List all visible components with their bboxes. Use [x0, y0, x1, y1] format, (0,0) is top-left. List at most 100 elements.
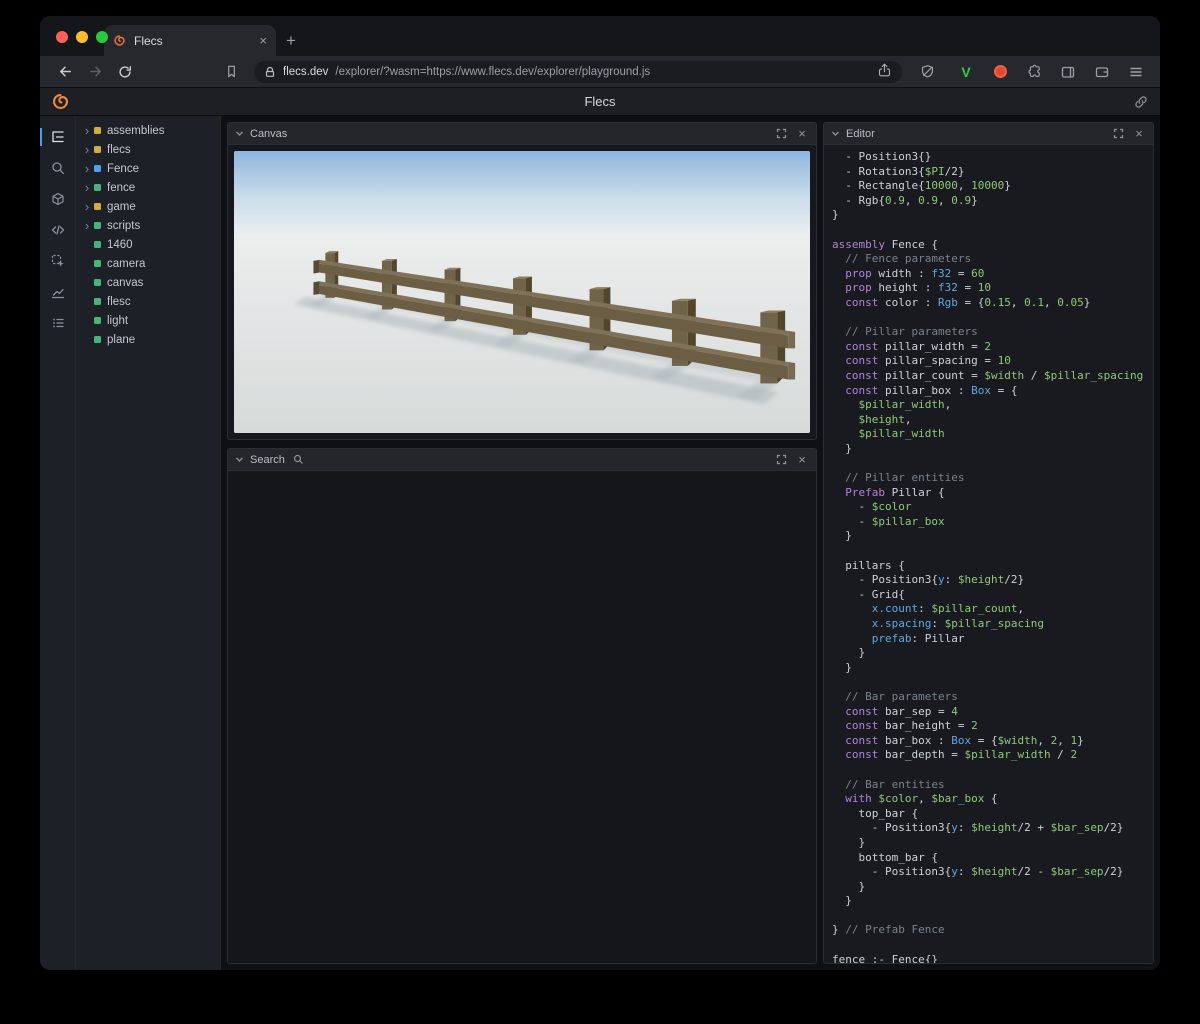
code-line: $height, — [832, 413, 1153, 428]
tree-item-scripts[interactable]: ›scripts — [76, 216, 220, 235]
code-line: - $pillar_box — [832, 515, 1153, 530]
tree-item-canvas[interactable]: canvas — [76, 273, 220, 292]
address-bar[interactable]: flecs.dev/explorer/?wasm=https://www.fle… — [254, 61, 902, 83]
stats-icon[interactable] — [40, 281, 75, 303]
shield-icon[interactable] — [914, 59, 940, 85]
window-zoom-button[interactable] — [96, 31, 108, 43]
canvas-3d-viewport[interactable] — [234, 151, 810, 433]
v-extension-icon[interactable]: V — [954, 60, 978, 84]
share-icon[interactable] — [877, 62, 892, 82]
code-line: top_bar { — [832, 807, 1153, 822]
chevron-down-icon[interactable] — [235, 455, 244, 464]
code-line: with $color, $bar_box { — [832, 792, 1153, 807]
extensions-puzzle-icon[interactable] — [1022, 60, 1046, 84]
close-panel-icon[interactable]: × — [1132, 127, 1146, 140]
expand-chevron-icon[interactable]: › — [82, 183, 92, 193]
tree-item-Fence[interactable]: › Fence — [76, 159, 220, 178]
tree-item-fence[interactable]: › fence — [76, 178, 220, 197]
entity-color-square — [94, 146, 101, 153]
tree-item-game[interactable]: › game — [76, 197, 220, 216]
code-line: } — [832, 646, 1153, 661]
canvas-panel-body — [228, 145, 816, 439]
entity-color-square — [94, 241, 101, 248]
expand-chevron-icon[interactable]: › — [82, 221, 92, 231]
new-tab-button[interactable]: + — [276, 25, 306, 56]
icon-rail — [40, 116, 76, 970]
tree-item-assemblies[interactable]: ›assemblies — [76, 121, 220, 140]
red-extension-icon[interactable] — [988, 60, 1012, 84]
code-line: // Fence parameters — [832, 252, 1153, 267]
code-line: - Position3{y: $height/2} — [832, 573, 1153, 588]
tree-item-label: Fence — [107, 163, 139, 175]
forward-button[interactable] — [82, 59, 108, 85]
expand-chevron-icon[interactable]: › — [82, 202, 92, 212]
reload-button[interactable] — [112, 59, 138, 85]
chevron-down-icon[interactable] — [831, 129, 840, 138]
code-icon[interactable] — [40, 219, 75, 241]
editor-panel-title: Editor — [846, 128, 875, 140]
tree-item-plane[interactable]: plane — [76, 330, 220, 349]
close-panel-icon[interactable]: × — [795, 127, 809, 140]
back-button[interactable] — [52, 59, 78, 85]
tree-item-label: game — [107, 201, 136, 213]
inspect-icon[interactable] — [40, 250, 75, 272]
chevron-down-icon[interactable] — [235, 129, 244, 138]
canvas-panel-title: Canvas — [250, 128, 287, 140]
code-line: Prefab Pillar { — [832, 486, 1153, 501]
window-close-button[interactable] — [56, 31, 68, 43]
url-path: /explorer/?wasm=https://www.flecs.dev/ex… — [335, 66, 870, 78]
reload-icon — [117, 64, 133, 80]
code-line: const pillar_spacing = 10 — [832, 354, 1153, 369]
tree-item-label: fence — [107, 182, 135, 194]
bookmark-icon[interactable] — [218, 59, 244, 85]
entity-color-square — [94, 127, 101, 134]
entity-color-square — [94, 165, 101, 172]
window-minimize-button[interactable] — [76, 31, 88, 43]
tree-item-flesc[interactable]: flesc — [76, 292, 220, 311]
panel-grid: Canvas × — [221, 116, 1160, 970]
code-line: } // Prefab Fence — [832, 923, 1153, 938]
search-panel-title: Search — [250, 454, 285, 466]
expand-chevron-icon[interactable]: › — [82, 126, 92, 136]
code-line — [832, 311, 1153, 326]
entity-color-square — [94, 298, 101, 305]
browser-toolbar: flecs.dev/explorer/?wasm=https://www.fle… — [40, 56, 1160, 88]
sidebar-toggle-icon[interactable] — [1056, 60, 1080, 84]
menu-icon[interactable] — [1124, 60, 1148, 84]
code-line — [832, 456, 1153, 471]
editor-code[interactable]: - Position3{} - Rotation3{$PI/2} - Recta… — [824, 145, 1153, 963]
share-link-icon[interactable] — [1134, 95, 1148, 114]
entity-color-square — [94, 222, 101, 229]
tree-item-flecs[interactable]: ›flecs — [76, 140, 220, 159]
queries-icon[interactable] — [40, 312, 75, 334]
code-line: // Pillar entities — [832, 471, 1153, 486]
tab-close-icon[interactable]: × — [259, 34, 267, 47]
expand-chevron-icon[interactable]: › — [82, 164, 92, 174]
code-line — [832, 544, 1153, 559]
cube-icon[interactable] — [40, 188, 75, 210]
code-line — [832, 938, 1153, 953]
code-line: // Pillar parameters — [832, 325, 1153, 340]
tree-item-label: light — [107, 315, 128, 327]
wallet-icon[interactable] — [1090, 60, 1114, 84]
code-line: - Position3{y: $height/2 - $bar_sep/2} — [832, 865, 1153, 880]
tree-item-camera[interactable]: camera — [76, 254, 220, 273]
code-line: - Position3{} — [832, 150, 1153, 165]
expand-panel-icon[interactable] — [773, 126, 789, 142]
expand-panel-icon[interactable] — [773, 452, 789, 468]
tab-title: Flecs — [134, 34, 163, 48]
tree-item-1460[interactable]: 1460 — [76, 235, 220, 254]
expand-panel-icon[interactable] — [1110, 126, 1126, 142]
search-icon[interactable] — [40, 157, 75, 179]
tree-item-light[interactable]: light — [76, 311, 220, 330]
expand-chevron-icon[interactable]: › — [82, 145, 92, 155]
close-panel-icon[interactable]: × — [795, 453, 809, 466]
search-panel: Search × — [227, 448, 817, 964]
app-title: Flecs — [584, 94, 615, 109]
app-content: ›assemblies›flecs›Fence›fence›game›scrip… — [40, 116, 1160, 970]
browser-tab[interactable]: Flecs × — [104, 25, 276, 56]
code-line: const bar_sep = 4 — [832, 705, 1153, 720]
code-line — [832, 763, 1153, 778]
tree-icon[interactable] — [40, 126, 75, 148]
tree-item-label: plane — [107, 334, 135, 346]
